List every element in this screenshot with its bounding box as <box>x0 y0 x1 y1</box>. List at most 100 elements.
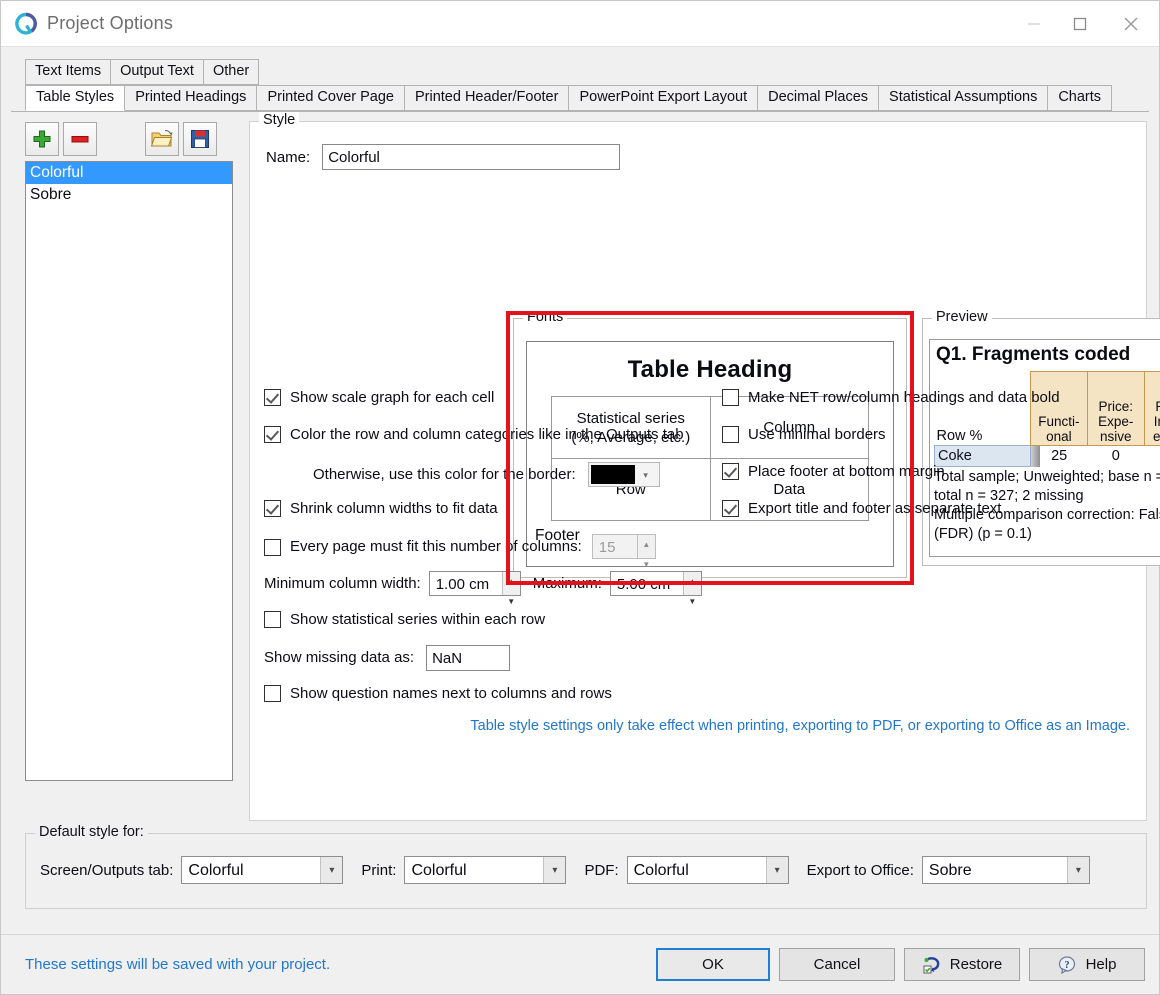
select-value: Colorful <box>633 861 689 879</box>
stepper-value[interactable]: 5.00 cm <box>611 572 683 595</box>
tab-printed-header-footer[interactable]: Printed Header/Footer <box>403 85 570 111</box>
checkbox-net-bold[interactable] <box>722 389 739 406</box>
tab-powerpoint-export-layout[interactable]: PowerPoint Export Layout <box>568 85 759 111</box>
checkbox-shrink-columns[interactable] <box>264 500 281 517</box>
option-border-color-row: Otherwise, use this color for the border… <box>313 462 660 487</box>
chevron-down-icon[interactable]: ▾ <box>635 465 657 485</box>
preview-footer-line: (FDR) (p = 0.1) <box>934 526 1032 542</box>
cell-value: 0 <box>1111 448 1120 465</box>
restore-button[interactable]: Restore <box>904 948 1020 981</box>
stepper-value[interactable]: 15 <box>593 535 637 558</box>
color-swatch <box>590 465 635 484</box>
styles-list[interactable]: Colorful Sobre <box>25 161 233 781</box>
option-label: Show scale graph for each cell <box>290 389 495 406</box>
default-screen-select[interactable]: Colorful ▾ <box>181 856 344 884</box>
list-item[interactable]: Colorful <box>26 162 232 184</box>
preview-footer-line: Total sample; Unweighted; base n = from … <box>934 469 1160 485</box>
hdr-line: onal <box>1046 429 1072 444</box>
option-shrink-columns[interactable]: Shrink column widths to fit data <box>264 499 498 519</box>
tab-table-styles[interactable]: Table Styles <box>25 85 126 111</box>
close-icon[interactable] <box>1103 1 1159 47</box>
stepper-up-icon[interactable]: ▲ <box>638 535 655 555</box>
question-mark-icon: ? <box>1058 955 1078 974</box>
tab-decimal-places[interactable]: Decimal Places <box>757 85 880 111</box>
preview-cell: 0 <box>1144 446 1160 467</box>
stepper-value[interactable]: 1.00 cm <box>430 572 502 595</box>
tab-statistical-assumptions[interactable]: Statistical Assumptions <box>878 85 1049 111</box>
every-page-columns-stepper[interactable]: 15 ▲ ▼ <box>591 534 656 569</box>
checkbox-show-scale-graph[interactable] <box>264 389 281 406</box>
fonts-group-legend: Fonts <box>523 309 568 325</box>
max-column-width-stepper[interactable]: 5.00 cm ▲ ▼ <box>609 571 702 606</box>
plus-icon[interactable] <box>25 122 59 156</box>
restore-button-label: Restore <box>949 956 1003 973</box>
border-color-label: Otherwise, use this color for the border… <box>313 465 576 483</box>
chevron-down-icon[interactable]: ▾ <box>320 857 343 883</box>
option-label: Every page must fit this number of colum… <box>290 537 582 555</box>
default-screen-label: Screen/Outputs tab: <box>40 861 174 879</box>
hdr-line: ensive <box>1153 429 1160 444</box>
option-net-bold[interactable]: Make NET row/column headings and data bo… <box>722 388 1060 408</box>
cell-value: 25 <box>1051 448 1068 465</box>
checkbox-export-title-footer[interactable] <box>722 500 739 517</box>
default-print-select[interactable]: Colorful ▾ <box>404 856 567 884</box>
list-item[interactable]: Sobre <box>26 184 232 206</box>
border-color-picker[interactable]: ▾ <box>587 462 660 487</box>
checkbox-color-categories[interactable] <box>264 426 281 443</box>
option-minimal-borders[interactable]: Use minimal borders <box>722 425 886 445</box>
ok-button[interactable]: OK <box>656 948 770 981</box>
option-every-page-columns[interactable]: Every page must fit this number of colum… <box>264 534 656 569</box>
option-export-title-footer[interactable]: Export title and footer as separate text <box>722 499 1001 519</box>
preview-cell: 25 <box>1031 446 1088 467</box>
style-name-input[interactable]: Colorful <box>322 144 621 170</box>
max-column-width-label: Maximum: <box>532 574 602 592</box>
tab-printed-cover-page[interactable]: Printed Cover Page <box>256 85 405 111</box>
chevron-down-icon[interactable]: ▾ <box>1066 857 1089 883</box>
help-button[interactable]: ? Help <box>1029 948 1145 981</box>
preview-title: Q1. Fragments coded <box>936 344 1131 365</box>
checkbox-every-page-columns[interactable] <box>264 539 281 556</box>
stepper-buttons[interactable]: ▲ ▼ <box>682 572 701 606</box>
stepper-down-icon[interactable]: ▼ <box>684 592 701 612</box>
stepper-buttons[interactable]: ▲ ▼ <box>501 572 520 606</box>
open-folder-icon[interactable] <box>145 122 179 156</box>
option-label: Make NET row/column headings and data bo… <box>748 389 1060 406</box>
select-value: Sobre <box>928 861 972 879</box>
option-question-names[interactable]: Show question names next to columns and … <box>264 684 612 704</box>
cancel-button[interactable]: Cancel <box>779 948 895 981</box>
option-footer-bottom-margin[interactable]: Place footer at bottom margin <box>722 462 945 482</box>
default-pdf-select[interactable]: Colorful ▾ <box>626 856 789 884</box>
chevron-down-icon[interactable]: ▾ <box>765 857 788 883</box>
table-style-info-link[interactable]: Table style settings only take effect wh… <box>470 718 1130 734</box>
checkbox-stat-series-in-row[interactable] <box>264 611 281 628</box>
tab-text-items[interactable]: Text Items <box>25 59 112 85</box>
save-disk-icon[interactable] <box>183 122 217 156</box>
tab-other[interactable]: Other <box>202 59 260 85</box>
tab-charts[interactable]: Charts <box>1047 85 1113 111</box>
default-office-select[interactable]: Sobre ▾ <box>921 856 1090 884</box>
stepper-up-icon[interactable]: ▲ <box>503 572 520 592</box>
checkbox-minimal-borders[interactable] <box>722 426 739 443</box>
hdr-line: Inexp- <box>1153 414 1160 429</box>
option-show-scale-graph[interactable]: Show scale graph for each cell <box>264 388 494 408</box>
min-column-width-stepper[interactable]: 1.00 cm ▲ ▼ <box>428 571 521 606</box>
minimize-icon[interactable] <box>1011 1 1057 47</box>
checkbox-question-names[interactable] <box>264 685 281 702</box>
preview-group: Preview Q1. Fragments coded Row % Functi… <box>922 309 1160 566</box>
styles-column: Colorful Sobre <box>25 121 233 781</box>
stepper-up-icon[interactable]: ▲ <box>684 572 701 592</box>
tab-printed-headings[interactable]: Printed Headings <box>124 85 258 111</box>
minus-icon[interactable] <box>63 122 97 156</box>
maximize-icon[interactable] <box>1057 1 1103 47</box>
option-stat-series-in-row[interactable]: Show statistical series within each row <box>264 610 545 630</box>
stepper-down-icon[interactable]: ▼ <box>503 592 520 612</box>
tab-output-text[interactable]: Output Text <box>110 59 204 85</box>
checkbox-footer-bottom-margin[interactable] <box>722 463 739 480</box>
missing-data-label: Show missing data as: <box>264 649 415 666</box>
title-bar: Project Options <box>1 1 1159 47</box>
option-color-categories[interactable]: Color the row and column categories like… <box>264 425 684 445</box>
missing-data-input[interactable]: NaN <box>426 645 511 671</box>
default-style-legend: Default style for: <box>35 824 148 840</box>
chevron-down-icon[interactable]: ▾ <box>543 857 566 883</box>
stepper-buttons[interactable]: ▲ ▼ <box>636 535 655 569</box>
